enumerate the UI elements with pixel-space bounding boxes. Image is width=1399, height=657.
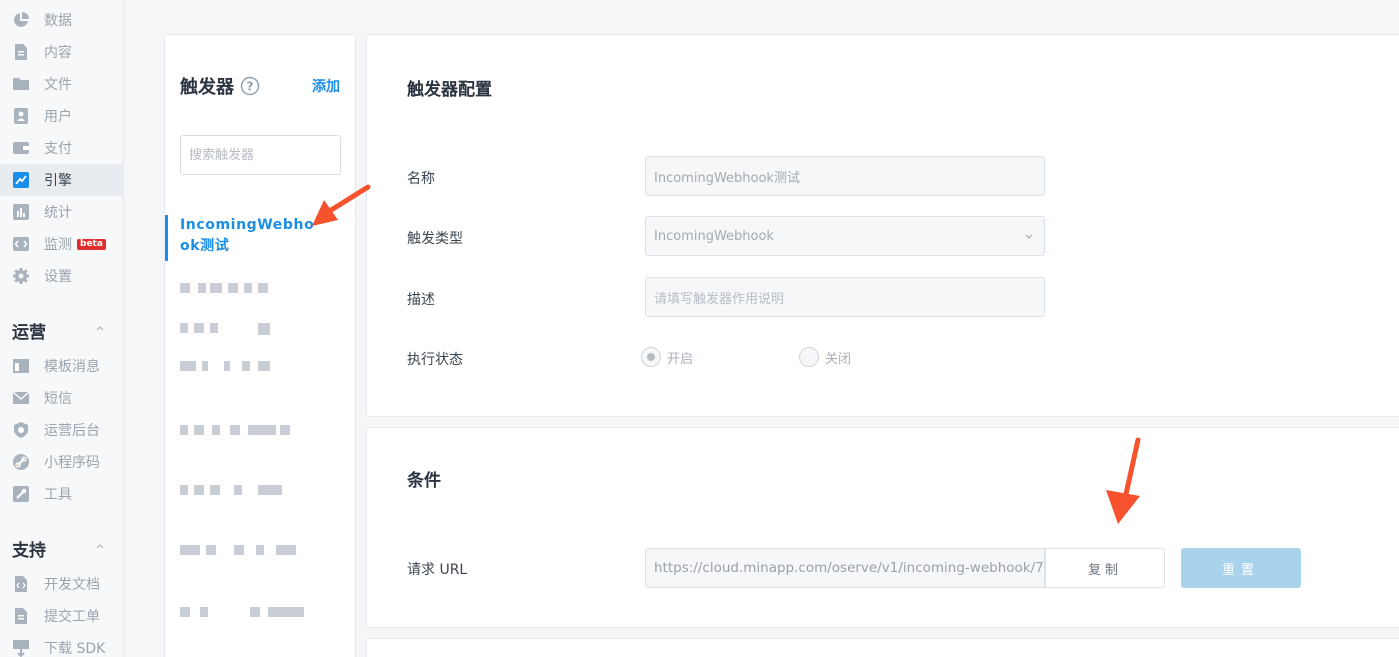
sidebar-item-label: 提交工单 <box>44 609 100 625</box>
sidebar-item-dev-docs[interactable]: 开发文档 <box>0 568 124 600</box>
trigger-list-panel: 触发器 ? 添加 IncomingWebhook测试 <box>164 34 356 657</box>
wrench-icon <box>12 485 30 503</box>
sidebar-item-label: 支付 <box>44 141 72 157</box>
status-on-radio[interactable]: 开启 <box>641 347 693 367</box>
shield-icon <box>12 421 30 439</box>
sidebar-item-label: 内容 <box>44 45 72 61</box>
sidebar-item-label: 模板消息 <box>44 359 100 375</box>
sidebar-item-label: 设置 <box>44 269 72 285</box>
execution-status-label: 执行状态 <box>407 352 463 368</box>
sidebar-item-label: 运营后台 <box>44 423 100 439</box>
folder-icon <box>12 75 30 93</box>
sidebar-item-data[interactable]: 数据 <box>0 4 124 36</box>
bar-chart-icon <box>12 203 30 221</box>
copy-button[interactable]: 复制 <box>1045 548 1165 588</box>
sidebar-item-users[interactable]: 用户 <box>0 100 124 132</box>
document-icon <box>12 43 30 61</box>
next-panel <box>366 638 1399 657</box>
conditions-panel: 条件 请求 URL https://cloud.minapp.com/oserv… <box>366 427 1399 628</box>
sidebar-item-label: 用户 <box>44 109 72 125</box>
sidebar-item-content[interactable]: 内容 <box>0 36 124 68</box>
sidebar-item-sms[interactable]: 短信 <box>0 382 124 414</box>
help-icon[interactable]: ? <box>240 76 260 96</box>
sidebar-item-label: 数据 <box>44 13 72 29</box>
sidebar-item-submit-ticket[interactable]: 提交工单 <box>0 600 124 632</box>
trigger-list-item-redacted[interactable] <box>180 607 310 623</box>
request-url-field[interactable]: https://cloud.minapp.com/oserve/v1/incom… <box>645 548 1045 588</box>
user-icon <box>12 107 30 125</box>
sidebar-item-settings[interactable]: 设置 <box>0 260 124 292</box>
sidebar-item-files[interactable]: 文件 <box>0 68 124 100</box>
trigger-list-item-redacted[interactable] <box>180 485 310 501</box>
beta-badge: beta <box>77 238 106 250</box>
pie-chart-icon <box>12 11 30 29</box>
radio-checked-icon <box>641 347 661 367</box>
trend-icon <box>12 171 30 189</box>
annotation-arrow-icon <box>312 184 371 226</box>
sidebar-item-label: 统计 <box>44 205 72 221</box>
gear-icon <box>12 267 30 285</box>
svg-text:?: ? <box>247 80 254 94</box>
name-label: 名称 <box>407 171 435 187</box>
reset-button[interactable]: 重置 <box>1181 548 1301 588</box>
sidebar-item-label: 开发文档 <box>44 577 100 593</box>
template-icon <box>12 357 30 375</box>
sidebar-item-stats[interactable]: 统计 <box>0 196 124 228</box>
sidebar-item-label: 工具 <box>44 487 72 503</box>
section-title-support[interactable]: 支持 <box>12 536 112 561</box>
trigger-list-title: 触发器 ? <box>180 73 260 99</box>
sidebar-item-template-message[interactable]: 模板消息 <box>0 350 124 382</box>
sidebar-item-payment[interactable]: 支付 <box>0 132 124 164</box>
trigger-list-item-redacted[interactable] <box>180 545 310 561</box>
annotation-arrow-icon <box>1106 437 1141 524</box>
sdk-download-icon <box>12 639 30 657</box>
trigger-config-title: 触发器配置 <box>407 80 492 100</box>
code-doc-icon <box>12 575 30 593</box>
sidebar-item-engine[interactable]: 引擎 <box>0 164 124 196</box>
search-trigger-input[interactable] <box>180 135 341 175</box>
sidebar: 数据 内容 文件 用户 支付 引擎 统计 监测 beta 设置 运营 模板消息 <box>0 0 124 657</box>
trigger-list-item-redacted[interactable] <box>180 283 310 299</box>
sidebar-item-tools[interactable]: 工具 <box>0 478 124 510</box>
section-title-operations[interactable]: 运营 <box>12 318 112 343</box>
add-trigger-link[interactable]: 添加 <box>312 76 340 96</box>
trigger-config-panel: 触发器配置 名称 IncomingWebhook测试 触发类型 Incoming… <box>366 34 1399 417</box>
description-label: 描述 <box>407 292 435 308</box>
sidebar-item-label: 小程序码 <box>44 455 100 471</box>
trigger-type-label: 触发类型 <box>407 231 463 247</box>
sidebar-item-miniprogram-code[interactable]: 小程序码 <box>0 446 124 478</box>
wallet-icon <box>12 139 30 157</box>
chevron-up-icon <box>96 326 104 331</box>
trigger-list-item-redacted[interactable] <box>180 425 310 441</box>
radio-unchecked-icon <box>799 347 819 367</box>
chevron-down-icon <box>1025 234 1033 239</box>
trigger-type-select[interactable]: IncomingWebhook <box>645 216 1045 256</box>
conditions-title: 条件 <box>407 471 441 491</box>
sidebar-item-label: 引擎 <box>44 173 72 189</box>
sidebar-item-monitor[interactable]: 监测 beta <box>0 228 124 260</box>
chevron-up-icon <box>96 544 104 549</box>
code-icon <box>12 235 30 253</box>
description-field[interactable]: 请填写触发器作用说明 <box>645 277 1045 317</box>
sidebar-item-label: 监测 <box>44 237 72 253</box>
sidebar-item-label: 下载 SDK <box>44 641 106 657</box>
request-url-label: 请求 URL <box>407 562 468 578</box>
sidebar-item-ops-admin[interactable]: 运营后台 <box>0 414 124 446</box>
trigger-list-item-redacted[interactable] <box>180 361 310 377</box>
trigger-list-item-redacted[interactable] <box>180 323 310 339</box>
sidebar-item-label: 短信 <box>44 391 72 407</box>
ticket-icon <box>12 607 30 625</box>
status-off-radio[interactable]: 关闭 <box>799 347 851 367</box>
link-icon <box>12 453 30 471</box>
name-field[interactable]: IncomingWebhook测试 <box>645 156 1045 196</box>
mail-icon <box>12 389 30 407</box>
sidebar-item-label: 文件 <box>44 77 72 93</box>
sidebar-item-download-sdk[interactable]: 下载 SDK <box>0 632 124 657</box>
